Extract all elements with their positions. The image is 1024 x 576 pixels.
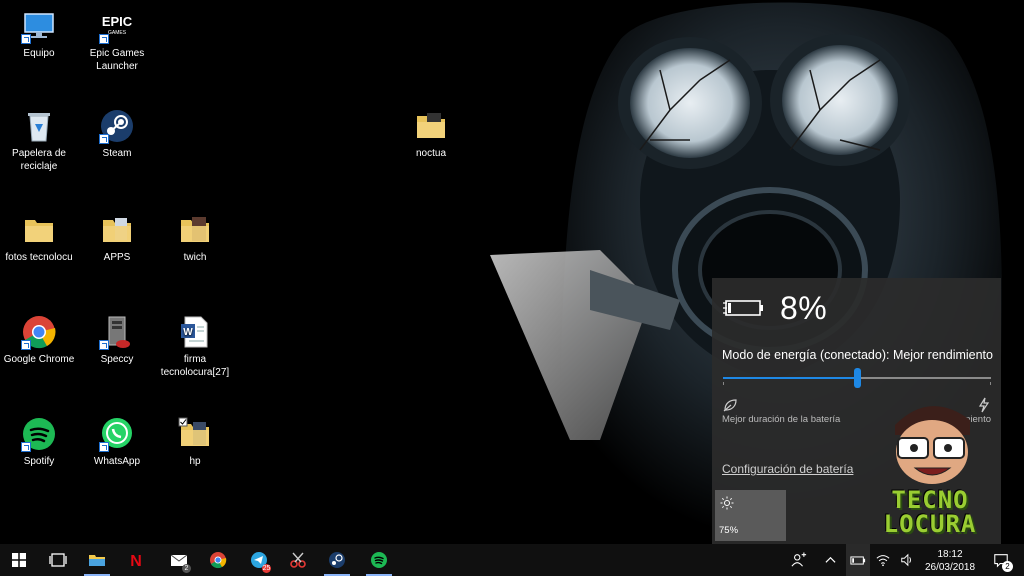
svg-text:EPIC: EPIC (102, 14, 133, 29)
windows-logo-icon (12, 553, 26, 567)
icon-label: Equipo (23, 48, 55, 59)
whatsapp-icon (99, 416, 135, 452)
show-hidden-icons-button[interactable] (818, 544, 842, 576)
recycle-bin-icon (21, 108, 57, 144)
chevron-up-icon (824, 556, 836, 563)
leaf-icon (723, 399, 737, 412)
desktop-icon-speccy[interactable]: Speccy (78, 314, 156, 366)
folder-icon (177, 416, 213, 452)
clock[interactable]: 18:12 26/03/2018 (920, 548, 980, 574)
word-document-icon: W (177, 314, 213, 350)
icon-label: WhatsApp (93, 456, 141, 467)
slider-tick-end (990, 382, 991, 385)
icon-label: noctua (415, 148, 447, 159)
taskbar-file-explorer[interactable] (78, 544, 116, 576)
icon-label: Spotify (23, 456, 55, 467)
notification-badge: 2 (1002, 561, 1013, 572)
icon-label: hp (189, 456, 201, 467)
desktop-icon-google-chrome[interactable]: Google Chrome (0, 314, 78, 366)
folder-icon (99, 212, 135, 248)
best-battery-caption: Mejor duración de la batería (722, 414, 841, 425)
slider-fill (723, 377, 857, 379)
steam-icon (99, 108, 135, 144)
taskbar-chrome[interactable] (199, 544, 237, 576)
chrome-icon (21, 314, 57, 350)
spotify-icon (371, 552, 387, 568)
desktop-icon-whatsapp[interactable]: WhatsApp (78, 416, 156, 468)
icon-label: Speccy (100, 354, 134, 365)
desktop-icon-spotify[interactable]: Spotify (0, 416, 78, 468)
desktop-icon-equipo[interactable]: Equipo (0, 8, 78, 60)
icon-label: twich (183, 252, 207, 263)
power-mode-slider[interactable] (723, 368, 991, 388)
icon-label: fotos tecnolocu (5, 252, 73, 263)
telegram-badge: 25 (262, 564, 271, 573)
taskbar-steam[interactable] (318, 544, 356, 576)
speccy-icon (99, 314, 135, 350)
watermark-line2: LOCURA (883, 510, 977, 538)
svg-text:N: N (130, 553, 142, 569)
clock-time: 18:12 (937, 549, 963, 560)
wifi-icon (876, 555, 890, 567)
battery-percentage: 8% (780, 290, 828, 326)
brightness-tile[interactable]: 75% (715, 490, 786, 541)
computer-icon (21, 8, 57, 44)
icon-label: Epic Games Launcher (89, 48, 145, 72)
taskbar-telegram[interactable]: 25 (240, 544, 278, 576)
folder-icon (21, 212, 57, 248)
epic-games-icon: EPIC GAMES (99, 8, 135, 44)
slider-thumb[interactable] (854, 368, 861, 388)
mail-badge: 2 (182, 564, 191, 573)
task-view-icon (49, 553, 67, 567)
battery-tray-icon (850, 555, 866, 565)
battery-settings-link[interactable]: Configuración de batería (722, 462, 853, 476)
folder-icon (413, 108, 449, 144)
folder-icon (177, 212, 213, 248)
clock-date: 26/03/2018 (924, 562, 976, 573)
taskbar: N 2 25 18:12 26/03/2018 2 (0, 544, 1024, 576)
netflix-icon: N (130, 553, 142, 569)
action-center-button[interactable]: 2 (986, 544, 1016, 576)
speaker-icon (901, 553, 911, 567)
people-icon (791, 552, 807, 567)
task-view-button[interactable] (39, 544, 77, 576)
svg-text:W: W (183, 327, 193, 338)
slider-tick-start (723, 382, 724, 385)
desktop-icon-fotos-tecnolocu[interactable]: fotos tecnolocu (0, 212, 78, 264)
steam-icon (329, 552, 345, 568)
network-button[interactable] (872, 544, 894, 576)
desktop-icon-firma-tecnolocura[interactable]: W firma tecnolocura[27] (156, 314, 234, 379)
icon-label: firma tecnolocura[27] (160, 354, 230, 378)
icon-label: APPS (103, 252, 131, 263)
desktop-icon-hp[interactable]: hp (156, 416, 234, 468)
chrome-icon (210, 552, 227, 569)
taskbar-spotify[interactable] (360, 544, 398, 576)
taskbar-snipping-tool[interactable] (279, 544, 317, 576)
spotify-icon (21, 416, 57, 452)
desktop-icon-steam[interactable]: Steam (78, 108, 156, 160)
taskbar-netflix[interactable]: N (117, 544, 155, 576)
icon-label: Papelera de reciclaje (12, 148, 66, 172)
brightness-value: 75% (719, 525, 739, 536)
sun-icon (720, 496, 734, 510)
battery-tray-button[interactable] (846, 544, 870, 576)
mascot-face-icon (895, 406, 970, 484)
start-button[interactable] (0, 544, 38, 576)
battery-icon (723, 300, 763, 316)
desktop-icon-apps[interactable]: APPS (78, 212, 156, 264)
power-mode-label: Modo de energía (conectado): Mejor rendi… (722, 348, 993, 362)
volume-button[interactable] (896, 544, 918, 576)
desktop-icon-epic-games[interactable]: EPIC GAMES Epic Games Launcher (78, 8, 156, 73)
icon-label: Steam (102, 148, 132, 159)
file-explorer-icon (89, 555, 105, 566)
desktop-icon-noctua[interactable]: noctua (392, 108, 470, 160)
desktop-icon-recycle-bin[interactable]: Papelera de reciclaje (0, 108, 78, 173)
tecnolocura-watermark: TECNO LOCURA (870, 390, 990, 540)
people-button[interactable] (786, 544, 812, 576)
svg-text:GAMES: GAMES (108, 30, 127, 36)
taskbar-mail[interactable]: 2 (160, 544, 198, 576)
icon-label: Google Chrome (3, 354, 75, 365)
desktop-icon-twich[interactable]: twich (156, 212, 234, 264)
snipping-tool-icon (290, 552, 306, 568)
